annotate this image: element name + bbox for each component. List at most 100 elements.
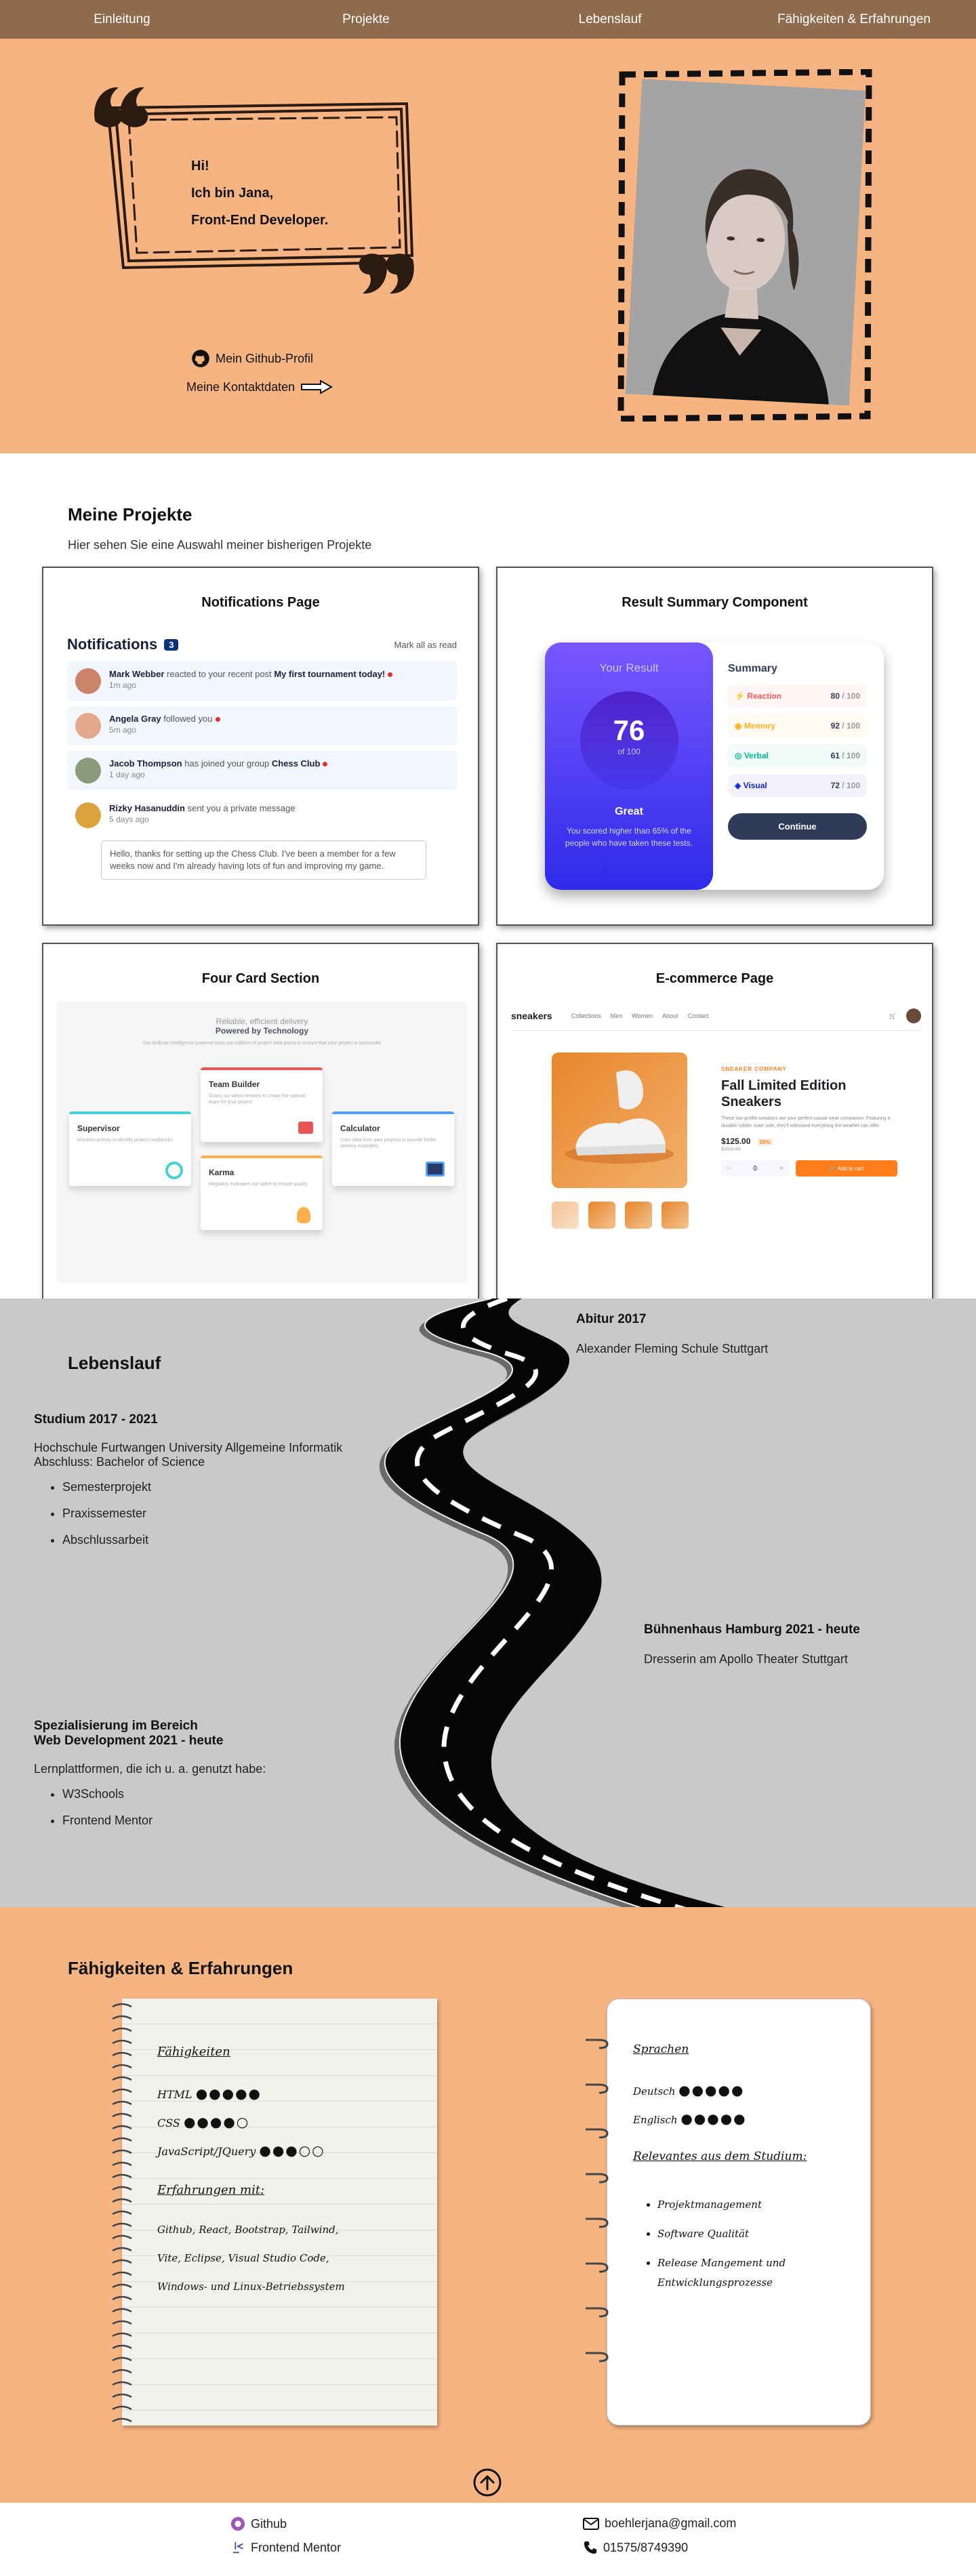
- result-text: You scored higher than 65% of the people…: [565, 826, 693, 848]
- footer-github-label: Github: [251, 2516, 287, 2531]
- project-card-ecommerce[interactable]: E-commerce Page sneakers Collections Men W…: [496, 943, 933, 1302]
- experience-heading: Erfahrungen mit:: [157, 2183, 265, 2197]
- notifications-preview: Notifications 3 Mark all as read Mark Web…: [67, 636, 457, 880]
- experience-line: Github, React, Bootstrap, Tailwind,: [157, 2224, 339, 2236]
- company-label: SNEAKER COMPANY: [721, 1066, 787, 1072]
- avatar: [75, 802, 101, 828]
- notification-message: Hello, thanks for setting up the Chess C…: [101, 840, 426, 880]
- thumbnail: [662, 1202, 689, 1229]
- fourcard-line2: Powered by Technology: [215, 1026, 309, 1036]
- cv-title: Lebenslauf: [68, 1353, 161, 1373]
- score-circle: 76 of 100: [580, 691, 678, 790]
- list-item: Semesterprojekt: [62, 1480, 342, 1494]
- footer-email-link[interactable]: boehlerjana@gmail.com: [583, 2516, 736, 2531]
- builder-icon: [298, 1122, 313, 1134]
- ecommerce-nav: sneakers Collections Men Women About Contact…: [511, 1008, 921, 1031]
- add-to-cart-button: 🛒 Add to cart: [796, 1160, 897, 1177]
- project-card-result-summary[interactable]: Result Summary Component Your Result 76 …: [496, 567, 933, 926]
- github-icon: [230, 2516, 245, 2531]
- projects-title: Meine Projekte: [68, 504, 192, 525]
- cv-entry-title: Abitur 2017: [576, 1312, 647, 1326]
- frontend-mentor-icon: [232, 2541, 243, 2554]
- skill-row-javascript: JavaScript/JQuery ●●●○○: [157, 2142, 325, 2159]
- project-card-title: Result Summary Component: [622, 595, 808, 610]
- avatar: [75, 713, 101, 739]
- product-info: SNEAKER COMPANY Fall Limited Edition Sne…: [721, 1066, 897, 1177]
- relevant-list: Projektmanagement Software Qualität Rele…: [657, 2190, 786, 2278]
- avatar: [906, 1008, 921, 1023]
- product-thumbnails: [552, 1202, 689, 1229]
- scroll-top-button[interactable]: [472, 2468, 502, 2497]
- relevant-heading: Relevantes aus dem Studium:: [633, 2150, 807, 2163]
- notification-item: Mark Webber reacted to your recent post …: [67, 661, 457, 701]
- fourcard-team-builder: Team Builder Scans our talent network to …: [201, 1067, 323, 1142]
- footer-phone-label: 01575/8749390: [603, 2540, 689, 2554]
- main-nav: Einleitung Projekte Lebenslauf Fähigkeit…: [0, 0, 976, 39]
- notifications-count-badge: 3: [164, 638, 179, 651]
- hand-arrow-icon: [301, 380, 333, 394]
- projects-subtitle: Hier sehen Sie eine Auswahl meiner bishe…: [68, 538, 372, 552]
- contact-link[interactable]: Meine Kontaktdaten: [186, 379, 333, 395]
- result-summary-preview: Your Result 76 of 100 Great You scored h…: [545, 642, 884, 890]
- cv-entry-text: Dresserin am Apollo Theater Stuttgart: [644, 1652, 848, 1666]
- summary-row-memory: ◉ Memory 92 / 100: [728, 714, 867, 737]
- cv-entry-title: Web Development 2021 - heute: [34, 1734, 224, 1748]
- mark-all-read-link: Mark all as read: [394, 639, 457, 650]
- project-card-title: Four Card Section: [201, 971, 320, 986]
- project-card-notifications[interactable]: Notifications Page Notifications 3 Mark a…: [42, 567, 479, 926]
- result-panel: Your Result 76 of 100 Great You scored h…: [545, 642, 713, 890]
- magnifier-icon: [165, 1162, 183, 1179]
- hero-section: Hi! Ich bin Jana, Front-End Developer. M…: [0, 39, 976, 453]
- nav-link-faehigkeiten[interactable]: Fähigkeiten & Erfahrungen: [732, 0, 976, 39]
- footer: Github Frontend Mentor boehlerjana@gmail…: [0, 2503, 976, 2576]
- summary-row-verbal: ◎ Verbal 61 / 100: [728, 744, 867, 767]
- summary-panel: Summary ⚡ Reaction 80 / 100 ◉ Memory 92 / …: [728, 663, 867, 840]
- fourcard-line1: Reliable, efficient delivery: [216, 1017, 308, 1026]
- thumbnail: [588, 1202, 615, 1229]
- thumbnail: [625, 1202, 652, 1229]
- cv-entry-text: Lernplattformen, die ich u. a. genutzt h…: [34, 1762, 266, 1776]
- footer-phone-link[interactable]: 01575/8749390: [583, 2540, 688, 2555]
- footer-email-label: boehlerjana@gmail.com: [605, 2516, 737, 2530]
- notebook-spiral: [112, 2003, 132, 2423]
- relevant-continuation: Entwicklungsprozesse: [657, 2276, 773, 2289]
- cv-entry-studium: Studium 2017 - 2021 Hochschule Furtwange…: [34, 1412, 342, 1559]
- notification-item: Rizky Hasanuddin sent you a private mess…: [67, 796, 457, 835]
- project-card-four-card[interactable]: Four Card Section Reliable, efficient de…: [42, 943, 479, 1302]
- nav-link-lebenslauf[interactable]: Lebenslauf: [488, 0, 732, 39]
- list-item: Frontend Mentor: [62, 1814, 266, 1828]
- mail-icon: [583, 2517, 599, 2530]
- lightbulb-icon: [297, 1207, 310, 1223]
- nav-link-einleitung[interactable]: Einleitung: [0, 0, 244, 39]
- old-price: $250.00: [721, 1146, 741, 1152]
- fourcard-supervisor: Supervisor Monitors activity to identify …: [69, 1111, 191, 1186]
- discount-badge: 50%: [756, 1139, 773, 1146]
- list-item: W3Schools: [62, 1787, 266, 1801]
- list-item: Projektmanagement: [657, 2190, 786, 2220]
- ecommerce-logo: sneakers: [511, 1010, 552, 1021]
- footer-frontend-mentor-link[interactable]: Frontend Mentor: [230, 2540, 341, 2555]
- cv-entry-text: Hochschule Furtwangen University Allgeme…: [34, 1441, 343, 1454]
- cv-entry-title: Spezialisierung im Bereich: [34, 1719, 198, 1733]
- notebook-rings: [586, 2039, 609, 2363]
- score-value: 76: [613, 714, 645, 746]
- notification-item: Angela Gray followed you 5m ago: [67, 706, 457, 745]
- skill-row-html: HTML ●●●●●: [157, 2085, 262, 2102]
- footer-github-link[interactable]: Github: [230, 2516, 287, 2531]
- skills-title: Fähigkeiten & Erfahrungen: [68, 1958, 293, 1978]
- projects-section: Meine Projekte Hier sehen Sie eine Auswa…: [0, 453, 976, 1302]
- profile-photo: [626, 79, 866, 406]
- avatar: [75, 758, 101, 783]
- result-heading: Your Result: [599, 661, 659, 674]
- nav-link-projekte[interactable]: Projekte: [244, 0, 488, 39]
- github-profile-link[interactable]: Mein Github-Profil: [191, 349, 313, 368]
- footer-frontend-label: Frontend Mentor: [251, 2540, 342, 2554]
- hero-intro: Hi! Ich bin Jana, Front-End Developer.: [191, 152, 328, 234]
- hero-greeting: Hi!: [191, 159, 209, 173]
- hero-name: Ich bin Jana,: [191, 186, 274, 201]
- languages-heading: Sprachen: [633, 2043, 689, 2056]
- project-card-title: E-commerce Page: [655, 971, 774, 986]
- product-description: These low-profile sneakers are your perf…: [721, 1116, 891, 1128]
- product-image: [552, 1052, 687, 1188]
- phone-icon: [584, 2541, 597, 2554]
